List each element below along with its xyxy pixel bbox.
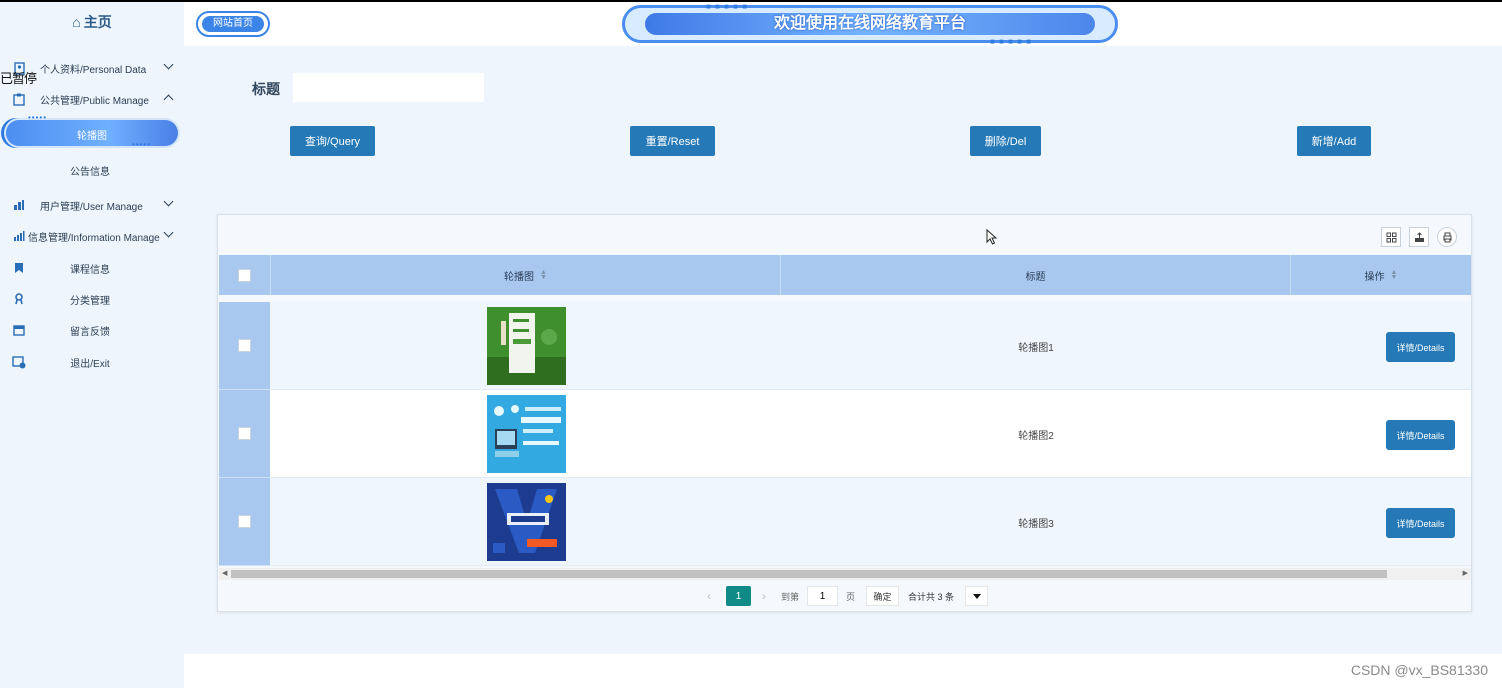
watermark: CSDN @vx_BS81330 — [1350, 662, 1488, 678]
sidebar-item-label: 轮播图 — [77, 131, 107, 142]
home-link[interactable]: ⌂ 主页 — [0, 12, 184, 32]
sidebar-item-label: 公共管理/Public Manage — [40, 95, 149, 107]
page-unit-label: 页 — [846, 591, 856, 602]
carousel-thumbnail — [487, 395, 566, 473]
column-header-actions[interactable]: 操作 ▲ ▼ — [1291, 255, 1471, 295]
details-button[interactable]: 详情/Details — [1386, 508, 1455, 538]
confirm-page-button[interactable]: 确定 — [866, 586, 899, 606]
row-title: 轮播图2 — [1018, 430, 1054, 442]
goto-label: 到第 — [781, 591, 800, 602]
decor-dots: ••••• — [28, 113, 48, 122]
table-row: 轮播图1 详情/Details — [219, 302, 1471, 390]
scrollbar-thumb[interactable] — [231, 570, 1387, 578]
chevron-down-icon — [972, 593, 981, 599]
home-icon: ⌂ — [72, 14, 81, 30]
chevron-down-icon — [163, 59, 174, 70]
sidebar-item-carousel[interactable]: 轮播图 — [6, 120, 178, 146]
banner-title-wrap: 欢迎使用在线网络教育平台 — [645, 13, 1095, 35]
page-current[interactable]: 1 — [726, 586, 751, 606]
sidebar-item-exit[interactable]: 退出/Exit — [0, 350, 184, 374]
goto-page-input[interactable] — [807, 586, 838, 606]
scroll-right-icon[interactable]: ▶ — [1463, 568, 1468, 580]
decor-dots: ■ ■ ■ ■ ■ — [706, 2, 749, 11]
row-checkbox[interactable] — [238, 427, 251, 440]
query-button[interactable]: 查询/Query — [290, 126, 375, 156]
decor-dots: ••••• — [132, 140, 152, 149]
chart-icon — [12, 229, 26, 243]
decor-dots: ■ ■ ■ ■ ■ — [990, 37, 1033, 46]
sidebar: ⌂ 主页 个人资料/Personal Data 已暂停 公共管理/Public M… — [0, 0, 184, 688]
horizontal-scrollbar[interactable]: ◀ ▶ — [219, 568, 1471, 580]
row-title: 轮播图3 — [1018, 518, 1054, 530]
details-button[interactable]: 详情/Details — [1386, 420, 1455, 450]
sort-icon: ▲ ▼ — [540, 269, 547, 281]
sort-icon: ▲ ▼ — [1390, 269, 1398, 281]
details-button[interactable]: 详情/Details — [1386, 332, 1455, 362]
row-select-cell — [219, 390, 270, 478]
site-home-button[interactable]: 网站首页 — [196, 11, 270, 37]
export-icon[interactable] — [1409, 227, 1429, 247]
sidebar-item-label: 个人资料/Personal Data — [40, 64, 147, 76]
column-header-label: 标题 — [1025, 271, 1046, 283]
user-icon — [12, 198, 26, 212]
top-header: 网站首页 欢迎使用在线网络教育平台 ■ ■ ■ ■ ■ ■ ■ ■ ■ ■ — [184, 0, 1502, 46]
home-label: 主页 — [83, 14, 112, 30]
delete-button[interactable]: 删除/Del — [970, 126, 1041, 156]
row-select-cell — [219, 302, 270, 390]
table-row: 轮播图3 详情/Details — [219, 478, 1471, 566]
clipboard-icon — [12, 92, 26, 106]
row-checkbox[interactable] — [238, 515, 251, 528]
column-header-title: 标题 — [781, 255, 1291, 295]
add-button[interactable]: 新增/Add — [1297, 126, 1371, 156]
chevron-up-icon — [163, 94, 174, 105]
table-card: 轮播图 ▲ ▼ 标题 操作 ▲ ▼ 轮播图1 详情/Details 轮播图2 详… — [217, 214, 1472, 612]
row-select-cell — [219, 478, 270, 566]
app-root: ⌂ 主页 个人资料/Personal Data 已暂停 公共管理/Public M… — [0, 0, 1502, 688]
select-all-checkbox[interactable] — [238, 268, 251, 282]
print-icon[interactable] — [1437, 227, 1457, 247]
mouse-cursor-icon — [986, 228, 998, 250]
search-input[interactable] — [293, 73, 484, 102]
table-header: 轮播图 ▲ ▼ 标题 操作 ▲ ▼ — [219, 255, 1471, 295]
row-title: 轮播图1 — [1018, 342, 1054, 354]
sidebar-item-label: 公告信息 — [70, 166, 110, 178]
column-header-label: 操作 — [1364, 271, 1385, 283]
sidebar-item-label: 用户管理/User Manage — [40, 201, 143, 213]
banner-title: 欢迎使用在线网络教育平台 — [773, 15, 966, 32]
select-all-cell — [219, 255, 271, 295]
search-label: 标题 — [252, 81, 280, 97]
carousel-thumbnail — [487, 307, 566, 385]
overlap-text: 已暂停 — [0, 71, 37, 86]
table-row: 轮播图2 详情/Details — [219, 390, 1471, 478]
sidebar-item-label: 退出/Exit — [70, 358, 110, 370]
sidebar-item-label: 留言反馈 — [70, 326, 110, 338]
total-count: 合计共 3 条 — [908, 591, 955, 602]
sidebar-item-category[interactable]: 分类管理 — [0, 287, 184, 311]
reset-button[interactable]: 重置/Reset — [630, 126, 715, 156]
page-size-select[interactable] — [965, 586, 988, 606]
chevron-down-icon — [163, 196, 174, 207]
chevron-down-icon — [163, 227, 174, 238]
row-checkbox[interactable] — [238, 339, 251, 352]
sidebar-item-user-manage[interactable]: 用户管理/User Manage — [0, 193, 184, 217]
next-page-icon[interactable]: › — [762, 586, 766, 606]
sidebar-item-public-manage[interactable]: 公共管理/Public Manage — [0, 87, 184, 111]
sidebar-item-label: 分类管理 — [70, 295, 110, 307]
sidebar-item-label: 课程信息 — [70, 264, 110, 276]
sidebar-item-label: 信息管理/Information Manage — [28, 232, 160, 244]
carousel-thumbnail — [487, 483, 566, 561]
sidebar-item-feedback[interactable]: 留言反馈 — [0, 318, 184, 342]
sidebar-item-information-manage[interactable]: 信息管理/Information Manage — [0, 224, 184, 248]
sidebar-item-course[interactable]: 课程信息 — [0, 256, 184, 280]
column-header-label: 轮播图 — [504, 271, 535, 283]
banner: 欢迎使用在线网络教育平台 — [622, 5, 1118, 43]
columns-filter-icon[interactable] — [1381, 227, 1401, 247]
scroll-left-icon[interactable]: ◀ — [222, 568, 227, 580]
sidebar-item-notice[interactable]: 公告信息 — [0, 158, 184, 182]
site-home-label: 网站首页 — [202, 16, 264, 32]
prev-page-icon[interactable]: ‹ — [707, 586, 711, 606]
column-header-image[interactable]: 轮播图 ▲ ▼ — [271, 255, 781, 295]
footer-area — [184, 654, 1502, 688]
